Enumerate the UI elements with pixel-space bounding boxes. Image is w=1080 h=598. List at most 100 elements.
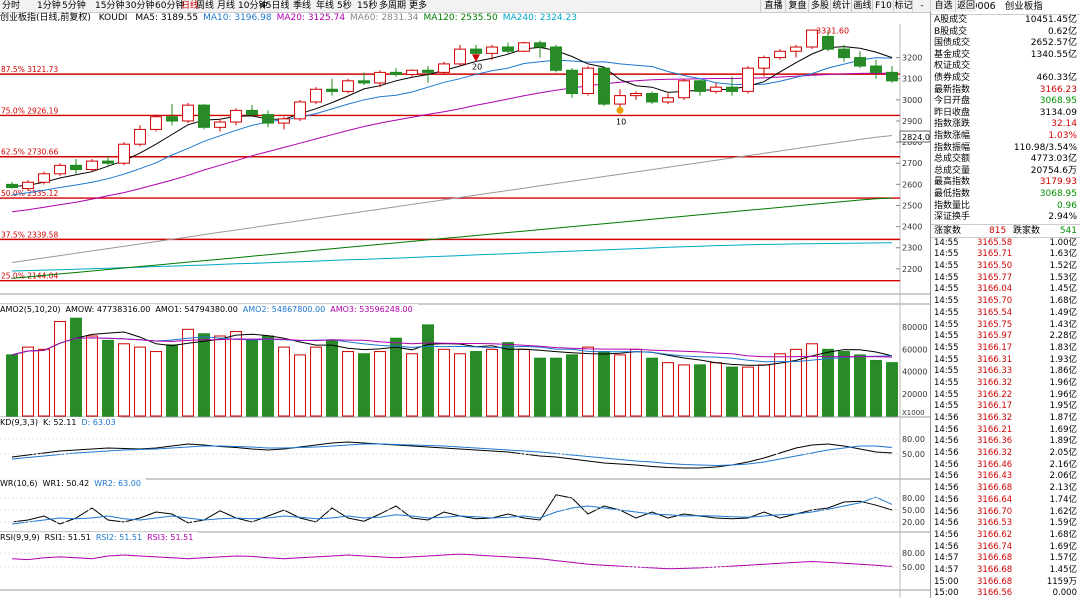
- price-tick-label-8: 2400: [902, 223, 922, 232]
- candle-31[interactable]: [502, 42, 514, 54]
- toolbar-button-9[interactable]: 返回: [955, 0, 976, 12]
- tick-list[interactable]: 14:55 3165.58 1.00亿 14:55 3165.71 1.63亿 14:55 3…: [931, 238, 1080, 598]
- candle-27[interactable]: [438, 61, 450, 75]
- candle-18[interactable]: [294, 99, 306, 121]
- candle-19[interactable]: [310, 87, 322, 105]
- amo-title-text: AMO2(5,10,20): [0, 305, 61, 314]
- candle-17[interactable]: [278, 116, 290, 130]
- candle-39[interactable]: [630, 91, 642, 100]
- candle-14[interactable]: [230, 108, 242, 126]
- tick-volume-23: 1.62亿: [1049, 506, 1077, 517]
- candle-7[interactable]: [118, 142, 130, 166]
- toolbar-button-4[interactable]: 画线: [851, 0, 873, 12]
- candle-13[interactable]: [214, 118, 226, 132]
- candle-45[interactable]: [726, 76, 738, 96]
- fib-label-0: 87.5% 3121.73: [1, 65, 58, 74]
- candle-10[interactable]: [166, 104, 178, 126]
- tick-row-11: 14:55 3166.33 1.86亿: [931, 366, 1080, 378]
- period-tab-3[interactable]: 15分钟: [95, 1, 124, 12]
- wr-title-text: WR(10,6): [0, 479, 38, 488]
- candle-3[interactable]: [54, 163, 66, 176]
- candle-38[interactable]: [614, 89, 626, 109]
- toolbar-button-7[interactable]: -: [912, 0, 931, 12]
- toolbar-button-2[interactable]: 多股: [808, 0, 831, 12]
- period-tab-16[interactable]: 更多: [409, 1, 427, 12]
- toolbar-button-0[interactable]: 直播: [760, 0, 786, 12]
- candle-46[interactable]: [742, 66, 754, 94]
- period-tab-12[interactable]: 年线: [316, 1, 334, 12]
- kd-axis-label-1: 50.00: [902, 450, 925, 459]
- candle-11[interactable]: [182, 103, 194, 124]
- candle-33[interactable]: [534, 40, 546, 58]
- candle-16[interactable]: [262, 110, 274, 128]
- tick-row-19: 14:56 3166.46 2.16亿: [931, 460, 1080, 472]
- candle-34[interactable]: [550, 44, 562, 73]
- stat-value-7: 3068.95: [1039, 96, 1077, 107]
- candle-15[interactable]: [246, 105, 258, 116]
- toolbar-button-1[interactable]: 复盘: [785, 0, 809, 12]
- candle-54[interactable]: [870, 59, 882, 79]
- amo-bar-3: [54, 321, 66, 417]
- amo-bar-52: [838, 351, 850, 417]
- period-tab-11[interactable]: 季线: [293, 1, 311, 12]
- stat-value-0: 10451.45亿: [1025, 15, 1077, 25]
- candle-49[interactable]: [790, 44, 802, 58]
- amo-bar-36: [582, 346, 594, 417]
- candle-48[interactable]: [774, 49, 786, 60]
- period-tab-10[interactable]: 45日线: [260, 1, 289, 12]
- fib-label-2: 62.5% 2730.66: [1, 148, 58, 157]
- period-tab-15[interactable]: 多周期: [379, 1, 406, 12]
- candle-42[interactable]: [678, 78, 690, 100]
- candle-body-17: [278, 118, 290, 124]
- period-tab-14[interactable]: 15秒: [357, 1, 377, 12]
- candle-0[interactable]: [6, 181, 18, 189]
- candle-20[interactable]: [326, 78, 338, 96]
- candle-4[interactable]: [70, 159, 82, 174]
- amo-bar-40: [646, 357, 658, 417]
- period-tab-4[interactable]: 30分钟: [125, 1, 154, 12]
- tick-price-25: 3166.62: [977, 529, 1013, 540]
- period-tab-2[interactable]: 5分钟: [62, 1, 86, 12]
- period-tab-13[interactable]: 5秒: [337, 1, 352, 12]
- candle-43[interactable]: [694, 79, 706, 96]
- candle-5[interactable]: [86, 159, 98, 172]
- candle-35[interactable]: [566, 68, 578, 98]
- candle-40[interactable]: [646, 91, 658, 105]
- period-tab-0[interactable]: 分时: [2, 1, 20, 12]
- tick-price-23: 3166.70: [977, 506, 1013, 517]
- candle-55[interactable]: [886, 66, 898, 83]
- chart-title-bar: 创业板指(日线,前复权) KOUDI MA5: 3189.55 MA10: 319…: [0, 12, 930, 24]
- candle-25[interactable]: [406, 69, 418, 77]
- candle-body-5: [86, 160, 98, 171]
- candle-53[interactable]: [854, 51, 866, 69]
- candle-32[interactable]: [518, 41, 530, 53]
- toolbar-button-6[interactable]: 标记: [893, 0, 913, 12]
- candle-12[interactable]: [198, 104, 210, 130]
- candle-28[interactable]: [454, 44, 466, 67]
- toolbar-button-3[interactable]: 统计: [830, 0, 852, 12]
- stat-row-10: 指数涨幅 1.03%: [931, 131, 1080, 143]
- candle-44[interactable]: [710, 82, 722, 94]
- candle-21[interactable]: [342, 78, 354, 94]
- tick-time-5: 14:55: [934, 296, 959, 307]
- candle-8[interactable]: [134, 125, 146, 147]
- stat-label-9: 指数涨跌: [934, 119, 971, 130]
- candle-37[interactable]: [598, 67, 610, 107]
- period-tab-7[interactable]: 周线: [196, 1, 214, 12]
- candle-36[interactable]: [582, 66, 594, 96]
- tick-time-22: 14:56: [934, 494, 959, 505]
- candle-9[interactable]: [150, 114, 162, 132]
- tick-row-24: 14:56 3166.53 1.59亿: [931, 518, 1080, 530]
- stat-value-16: 0.96: [1056, 200, 1077, 211]
- candle-24[interactable]: [390, 68, 402, 77]
- candle-2[interactable]: [38, 171, 50, 185]
- tick-row-10: 14:55 3166.31 1.93亿: [931, 355, 1080, 367]
- candle-41[interactable]: [662, 93, 674, 105]
- toolbar-button-5[interactable]: F10: [872, 0, 894, 12]
- period-tab-8[interactable]: 月线: [217, 1, 235, 12]
- period-tab-1[interactable]: 1分钟: [37, 1, 61, 12]
- tick-time-3: 14:55: [934, 272, 959, 283]
- toolbar-button-8[interactable]: 自选: [930, 0, 956, 12]
- stat-value-12: 4773.03亿: [1030, 154, 1077, 165]
- stat-value-10: 1.03%: [1048, 130, 1077, 141]
